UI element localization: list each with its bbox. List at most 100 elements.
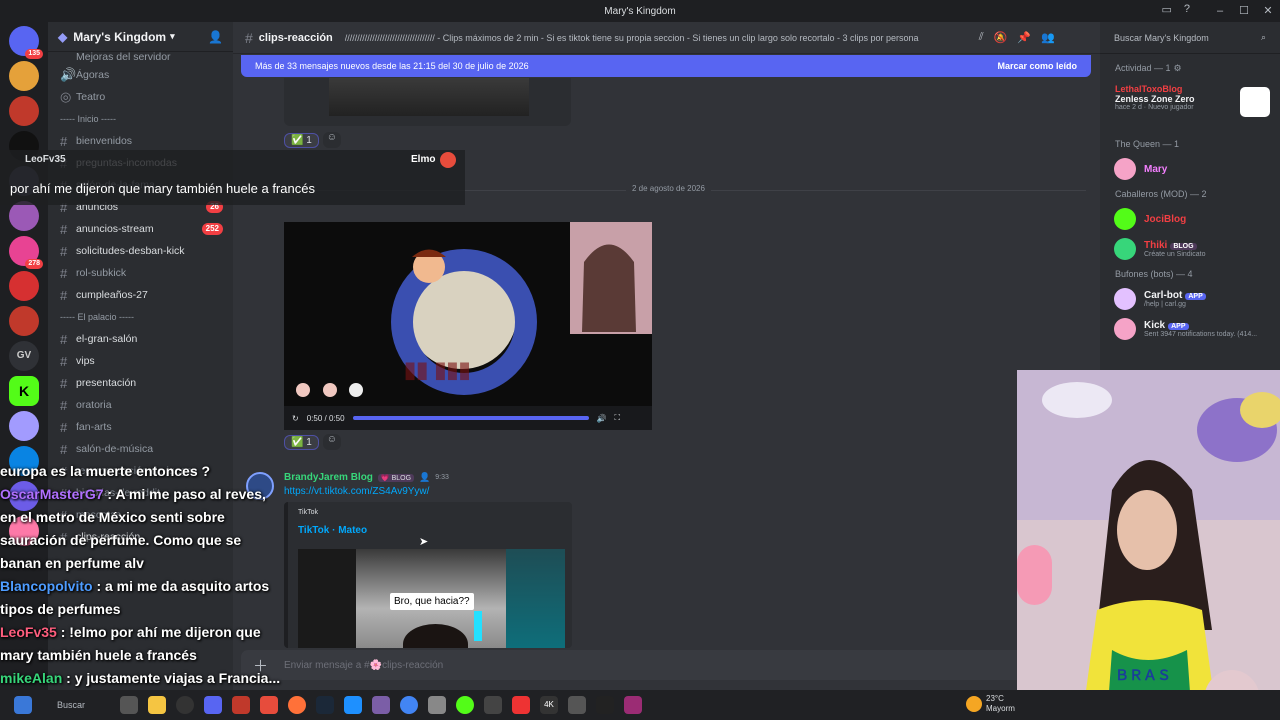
channel-item[interactable]: # solicitudes-desban-kick	[48, 240, 233, 262]
guild-header[interactable]: ◆ Mary's Kingdom ▾ 👤	[48, 22, 233, 52]
channel-label: salón-de-música	[76, 443, 154, 455]
server-icon[interactable]	[9, 96, 39, 126]
app-icon[interactable]	[484, 696, 503, 714]
channel-category[interactable]: ----- El palacio -----	[48, 306, 233, 328]
channel-item[interactable]: ◎ Teatro	[48, 86, 233, 108]
channel-item[interactable]: # el-gran-salón	[48, 328, 233, 350]
channel-item[interactable]: # rol-subkick	[48, 262, 233, 284]
channel-item[interactable]: # oratoria	[48, 394, 233, 416]
server-icon-gv[interactable]: GV	[9, 341, 39, 371]
member-item[interactable]: Mary	[1100, 154, 1280, 184]
app-icon[interactable]	[596, 696, 615, 714]
app-badge: APP	[1168, 323, 1189, 330]
task-view-icon[interactable]	[120, 696, 139, 714]
firefox-icon[interactable]	[288, 696, 307, 714]
channel-topic[interactable]: //////////////////////////////////// - C…	[345, 33, 965, 43]
channel-label: bienvenidos	[76, 135, 133, 147]
channel-item[interactable]: # presentación	[48, 372, 233, 394]
chrome-icon[interactable]	[400, 696, 419, 714]
file-explorer-icon[interactable]	[148, 696, 167, 714]
server-icon[interactable]	[9, 271, 39, 301]
discord-icon[interactable]	[204, 696, 223, 714]
app-icon[interactable]	[428, 696, 447, 714]
channel-item[interactable]: 🔊 Ágoras	[48, 64, 233, 86]
server-icon[interactable]	[9, 201, 39, 231]
member-info: Kick APP Sent 3947 notifications today. (4…	[1144, 320, 1257, 338]
server-icon[interactable]	[9, 306, 39, 336]
member-name: Thiki	[1144, 240, 1168, 251]
new-messages-bar[interactable]: Más de 33 mensajes nuevos desde las 21:1…	[241, 55, 1091, 77]
app-icon[interactable]	[372, 696, 391, 714]
member-item[interactable]: Thiki BLOG Créate un Sindicato	[1100, 234, 1280, 264]
threads-icon[interactable]: ⫽	[979, 31, 984, 44]
start-icon[interactable]	[14, 696, 32, 714]
mark-as-read-button[interactable]: Marcar como leído	[997, 61, 1077, 71]
add-member-icon[interactable]: 👤	[208, 30, 223, 44]
inbox-icon[interactable]: ▭	[1161, 3, 1171, 16]
video-progress[interactable]	[352, 416, 589, 420]
minimize-button[interactable]: –	[1208, 0, 1232, 22]
role-tag: 💗 BLOG	[377, 473, 415, 482]
member-name: JociBlog	[1144, 213, 1187, 225]
add-reaction-icon[interactable]: ☺	[322, 132, 341, 148]
maximize-button[interactable]: ☐	[1232, 0, 1256, 22]
replay-icon[interactable]: ↻	[292, 414, 299, 423]
weather-widget[interactable]: 23°C Mayorm	[966, 694, 1015, 714]
app-icon[interactable]	[260, 696, 279, 714]
member-item[interactable]: Carl-bot APP/help | carl.gg	[1100, 284, 1280, 314]
channel-item[interactable]: # cumpleaños-27	[48, 284, 233, 306]
search-input[interactable]: Buscar Mary's Kingdom ⌕	[1100, 22, 1280, 54]
hashtag-icon: #	[60, 287, 68, 303]
server-badge: 135	[25, 49, 43, 59]
channel-item[interactable]: # fan-arts	[48, 416, 233, 438]
hashtag-icon: #	[60, 353, 68, 369]
mute-icon[interactable]: 🔕	[994, 31, 1008, 44]
channel-item[interactable]: # anuncios-stream 252	[48, 218, 233, 240]
app-icon[interactable]	[232, 696, 251, 714]
chat-line: OscarMasterG7 : A mi me paso al reves, e…	[0, 483, 285, 575]
discord-home-icon[interactable]: 135	[9, 26, 43, 59]
app-icon[interactable]	[176, 696, 195, 714]
channel-category[interactable]: ----- Inicio -----	[48, 108, 233, 130]
add-reaction-icon[interactable]: ☺	[322, 434, 341, 450]
embed-title[interactable]: TikTok · Mateo	[298, 525, 367, 536]
reaction-check[interactable]: ✅ 1	[284, 132, 319, 148]
reaction-check[interactable]: ✅ 1	[284, 434, 319, 450]
server-icon[interactable]: 278	[9, 236, 43, 269]
chat-user: mikeAlan	[0, 670, 63, 686]
server-icon-kick[interactable]: K	[9, 376, 39, 406]
app-icon[interactable]	[456, 696, 475, 714]
app-icon[interactable]	[624, 696, 643, 714]
channel-label: solicitudes-desban-kick	[76, 245, 185, 257]
channel-item[interactable]: # bienvenidos	[48, 130, 233, 152]
fullscreen-icon[interactable]: ⛶	[614, 413, 620, 423]
app-icon[interactable]	[512, 696, 531, 714]
members-icon[interactable]: 👥	[1041, 31, 1055, 44]
taskbar-search[interactable]: Buscar	[57, 700, 85, 710]
server-icon[interactable]	[9, 411, 39, 441]
app-icon[interactable]	[344, 696, 363, 714]
hashtag-icon: #	[60, 133, 68, 149]
channel-item[interactable]: # vips	[48, 350, 233, 372]
volume-icon[interactable]: 🔊	[597, 414, 607, 423]
message-input[interactable]: ＋ Enviar mensaje a #🌸clips-reacción 🎁 ▣	[241, 650, 1091, 680]
activity-card[interactable]: LethalToxoBlog Zenless Zone Zero hace 2 …	[1100, 84, 1280, 134]
message-author[interactable]: BrandyJarem Blog	[284, 472, 373, 483]
video-attachment[interactable]: ▮▮ ▮▮▮ ↻ 0:50 / 0:50 🔊 ⛶	[284, 222, 652, 430]
app-icon[interactable]	[568, 696, 587, 714]
channel-server-boost[interactable]: Mejoras del servidor	[48, 50, 233, 64]
previous-image-attachment[interactable]	[284, 78, 571, 126]
close-button[interactable]: ✕	[1256, 0, 1280, 22]
pin-icon[interactable]: 📌	[1017, 31, 1031, 44]
member-item[interactable]: JociBlog	[1100, 204, 1280, 234]
steam-icon[interactable]	[316, 696, 335, 714]
member-item[interactable]: Kick APP Sent 3947 notifications today. (4…	[1100, 314, 1280, 344]
message-time: 9:33	[435, 474, 449, 481]
server-icon[interactable]	[9, 61, 39, 91]
gear-icon[interactable]: ⚙	[1174, 63, 1182, 74]
help-icon[interactable]: ?	[1184, 3, 1190, 16]
message-link[interactable]: https://vt.tiktok.com/ZS4Av9Yyw/	[284, 486, 429, 497]
app-icon[interactable]: 4K	[540, 696, 559, 714]
embed-video-thumbnail[interactable]: Bro, que hacia??	[298, 549, 565, 648]
channel-item[interactable]: # salón-de-música	[48, 438, 233, 460]
